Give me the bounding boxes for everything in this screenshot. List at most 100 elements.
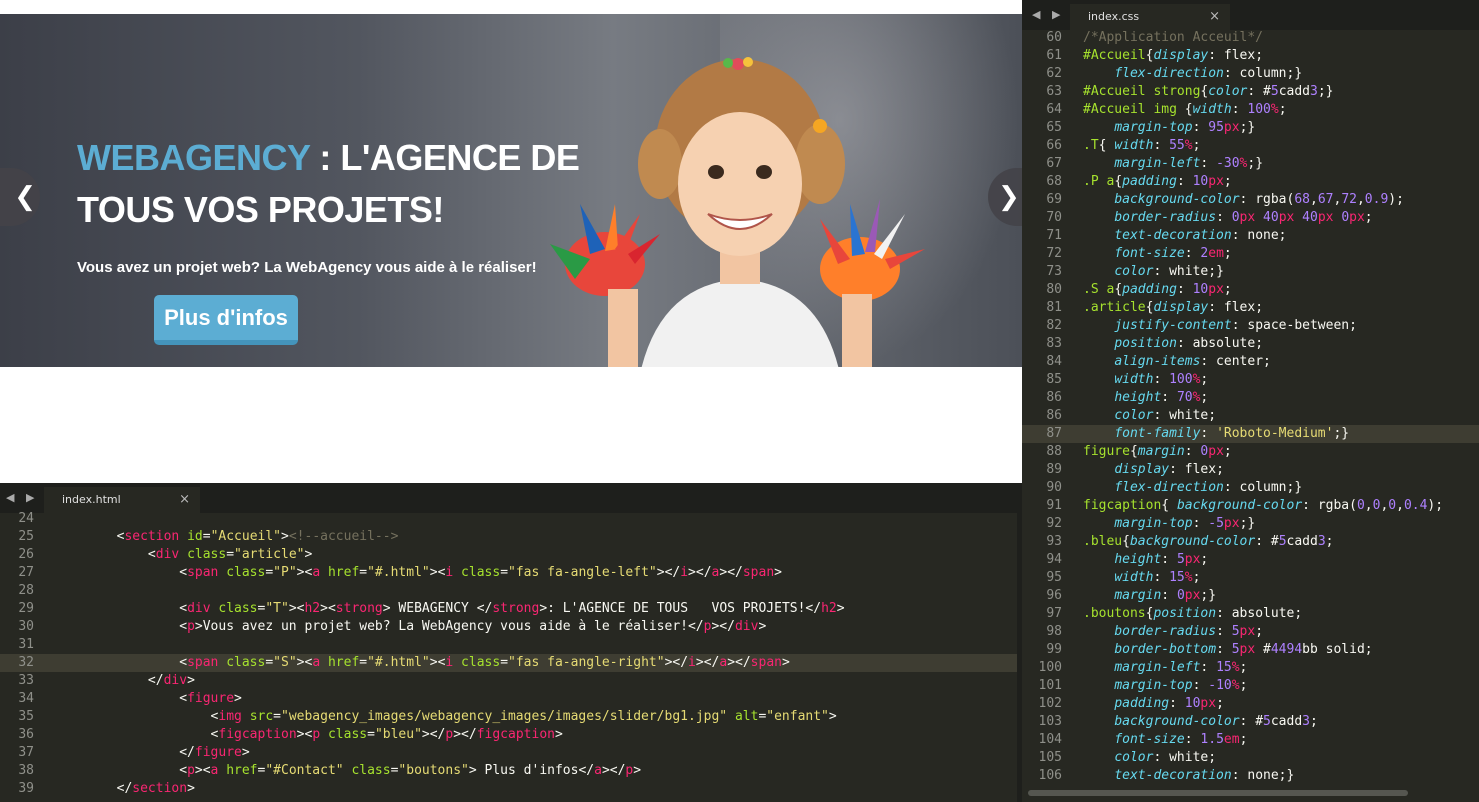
line-text[interactable]: margin-left: -30%;}	[1083, 155, 1263, 173]
code-line[interactable]: 26 <div class="article">	[0, 546, 1017, 564]
code-line[interactable]: 61 #Accueil{display: flex;	[1022, 47, 1479, 65]
code-line[interactable]: 70 border-radius: 0px 40px 40px 0px;	[1022, 209, 1479, 227]
code-line[interactable]: 86 height: 70%;	[1022, 389, 1479, 407]
horizontal-scrollbar[interactable]	[1028, 790, 1408, 796]
line-text[interactable]: <span class="S"><a href="#.html"><i clas…	[54, 654, 790, 672]
code-line[interactable]: 93 .bleu{background-color: #5cadd3;	[1022, 533, 1479, 551]
code-line[interactable]: 89 display: flex;	[1022, 461, 1479, 479]
line-text[interactable]: color: white;}	[1083, 263, 1224, 281]
line-text[interactable]: .S a{padding: 10px;	[1083, 281, 1232, 299]
code-line[interactable]: 97 .boutons{position: absolute;	[1022, 605, 1479, 623]
line-text[interactable]: margin: 0px;}	[1083, 587, 1216, 605]
code-line[interactable]: 68 .P a{padding: 10px;	[1022, 173, 1479, 191]
code-line[interactable]: 82 justify-content: space-between;	[1022, 317, 1479, 335]
line-text[interactable]: flex-direction: column;}	[1083, 65, 1302, 83]
code-line[interactable]: 31	[0, 636, 1017, 654]
line-text[interactable]: justify-content: space-between;	[1083, 317, 1357, 335]
line-text[interactable]: .boutons{position: absolute;	[1083, 605, 1302, 623]
code-line[interactable]: 99 border-bottom: 5px #4494bb solid;	[1022, 641, 1479, 659]
code-line[interactable]: 62 flex-direction: column;}	[1022, 65, 1479, 83]
code-line[interactable]: 65 margin-top: 95px;}	[1022, 119, 1479, 137]
line-text[interactable]: .P a{padding: 10px;	[1083, 173, 1232, 191]
line-text[interactable]: .T{ width: 55%;	[1083, 137, 1200, 155]
line-text[interactable]: <figure>	[54, 690, 242, 708]
code-line[interactable]: 80 .S a{padding: 10px;	[1022, 281, 1479, 299]
line-text[interactable]: text-decoration: none;	[1083, 227, 1286, 245]
line-text[interactable]: display: flex;	[1083, 461, 1224, 479]
line-text[interactable]: border-radius: 0px 40px 40px 0px;	[1083, 209, 1372, 227]
line-text[interactable]: </figure>	[54, 744, 249, 762]
line-text[interactable]: figcaption{ background-color: rgba(0,0,0…	[1083, 497, 1443, 515]
line-text[interactable]: text-decoration: none;}	[1083, 767, 1294, 785]
code-line[interactable]: 104 font-size: 1.5em;	[1022, 731, 1479, 749]
code-line[interactable]: 66 .T{ width: 55%;	[1022, 137, 1479, 155]
line-text[interactable]: width: 100%;	[1083, 371, 1208, 389]
code-line[interactable]: 94 height: 5px;	[1022, 551, 1479, 569]
code-line[interactable]: 69 background-color: rgba(68,67,72,0.9);	[1022, 191, 1479, 209]
code-line[interactable]: 86 color: white;	[1022, 407, 1479, 425]
code-line[interactable]: 34 <figure>	[0, 690, 1017, 708]
code-line[interactable]: 67 margin-left: -30%;}	[1022, 155, 1479, 173]
code-line[interactable]: 37 </figure>	[0, 744, 1017, 762]
code-line[interactable]: 106 text-decoration: none;}	[1022, 767, 1479, 785]
line-text[interactable]: <p>Vous avez un projet web? La WebAgency…	[54, 618, 766, 636]
code-line[interactable]: 25 <section id="Accueil"><!--accueil-->	[0, 528, 1017, 546]
css-code-area[interactable]: 60 /*Application Acceuil*/ 61 #Accueil{disp…	[1022, 29, 1479, 785]
code-line[interactable]: 88 figure{margin: 0px;	[1022, 443, 1479, 461]
code-line[interactable]: 35 <img src="webagency_images/webagency_…	[0, 708, 1017, 726]
line-text[interactable]: font-size: 2em;	[1083, 245, 1231, 263]
html-code-area[interactable]: 24 25 <section id="Accueil"><!--accueil--…	[0, 510, 1017, 798]
line-text[interactable]: margin-top: 95px;}	[1083, 119, 1255, 137]
line-text[interactable]: <section id="Accueil"><!--accueil-->	[54, 528, 399, 546]
line-text[interactable]: color: white;	[1083, 407, 1216, 425]
code-line[interactable]: 71 text-decoration: none;	[1022, 227, 1479, 245]
more-info-button[interactable]: Plus d'infos	[154, 295, 298, 345]
code-line[interactable]: 63 #Accueil strong{color: #5cadd3;}	[1022, 83, 1479, 101]
code-line[interactable]: 36 <figcaption><p class="bleu"></p></fig…	[0, 726, 1017, 744]
line-text[interactable]: <figcaption><p class="bleu"></p></figcap…	[54, 726, 563, 744]
slider-prev-button[interactable]: ❮	[0, 168, 40, 226]
code-line[interactable]: 81 .article{display: flex;	[1022, 299, 1479, 317]
line-text[interactable]: background-color: #5cadd3;	[1083, 713, 1318, 731]
line-text[interactable]: </section>	[54, 780, 195, 798]
code-line[interactable]: 101 margin-top: -10%;	[1022, 677, 1479, 695]
line-text[interactable]: height: 5px;	[1083, 551, 1208, 569]
tab-nav-arrows-icon[interactable]: ◀ ▶	[6, 491, 38, 504]
code-line[interactable]: 90 flex-direction: column;}	[1022, 479, 1479, 497]
code-line[interactable]: 83 position: absolute;	[1022, 335, 1479, 353]
line-text[interactable]: <p><a href="#Contact" class="boutons"> P…	[54, 762, 641, 780]
close-icon[interactable]: ×	[1209, 4, 1220, 30]
code-line[interactable]: 92 margin-top: -5px;}	[1022, 515, 1479, 533]
line-text[interactable]: <img src="webagency_images/webagency_ima…	[54, 708, 837, 726]
code-line[interactable]: 32 <span class="S"><a href="#.html"><i c…	[0, 654, 1017, 672]
line-text[interactable]: .bleu{background-color: #5cadd3;	[1083, 533, 1333, 551]
code-line[interactable]: 73 color: white;}	[1022, 263, 1479, 281]
line-text[interactable]: #Accueil{display: flex;	[1083, 47, 1263, 65]
line-text[interactable]: font-family: 'Roboto-Medium';}	[1083, 425, 1349, 443]
line-text[interactable]: padding: 10px;	[1083, 695, 1224, 713]
line-text[interactable]: #Accueil strong{color: #5cadd3;}	[1083, 83, 1333, 101]
code-line[interactable]: 38 <p><a href="#Contact" class="boutons"…	[0, 762, 1017, 780]
code-line[interactable]: 103 background-color: #5cadd3;	[1022, 713, 1479, 731]
code-line[interactable]: 84 align-items: center;	[1022, 353, 1479, 371]
line-text[interactable]: font-size: 1.5em;	[1083, 731, 1247, 749]
code-line[interactable]: 72 font-size: 2em;	[1022, 245, 1479, 263]
code-line[interactable]: 96 margin: 0px;}	[1022, 587, 1479, 605]
line-text[interactable]: margin-top: -10%;	[1083, 677, 1247, 695]
line-text[interactable]: border-bottom: 5px #4494bb solid;	[1083, 641, 1372, 659]
line-text[interactable]: margin-left: 15%;	[1083, 659, 1247, 677]
line-text[interactable]: height: 70%;	[1083, 389, 1208, 407]
code-line[interactable]: 30 <p>Vous avez un projet web? La WebAge…	[0, 618, 1017, 636]
code-line[interactable]: 60 /*Application Acceuil*/	[1022, 29, 1479, 47]
code-line[interactable]: 33 </div>	[0, 672, 1017, 690]
code-line[interactable]: 28	[0, 582, 1017, 600]
code-line[interactable]: 100 margin-left: 15%;	[1022, 659, 1479, 677]
code-line[interactable]: 64 #Accueil img {width: 100%;	[1022, 101, 1479, 119]
line-text[interactable]: width: 15%;	[1083, 569, 1200, 587]
line-text[interactable]: background-color: rgba(68,67,72,0.9);	[1083, 191, 1404, 209]
code-line[interactable]: 85 width: 100%;	[1022, 371, 1479, 389]
line-text[interactable]: <span class="P"><a href="#.html"><i clas…	[54, 564, 782, 582]
tab-index-css[interactable]: index.css ×	[1070, 4, 1230, 30]
line-text[interactable]: flex-direction: column;}	[1083, 479, 1302, 497]
code-line[interactable]: 24	[0, 510, 1017, 528]
